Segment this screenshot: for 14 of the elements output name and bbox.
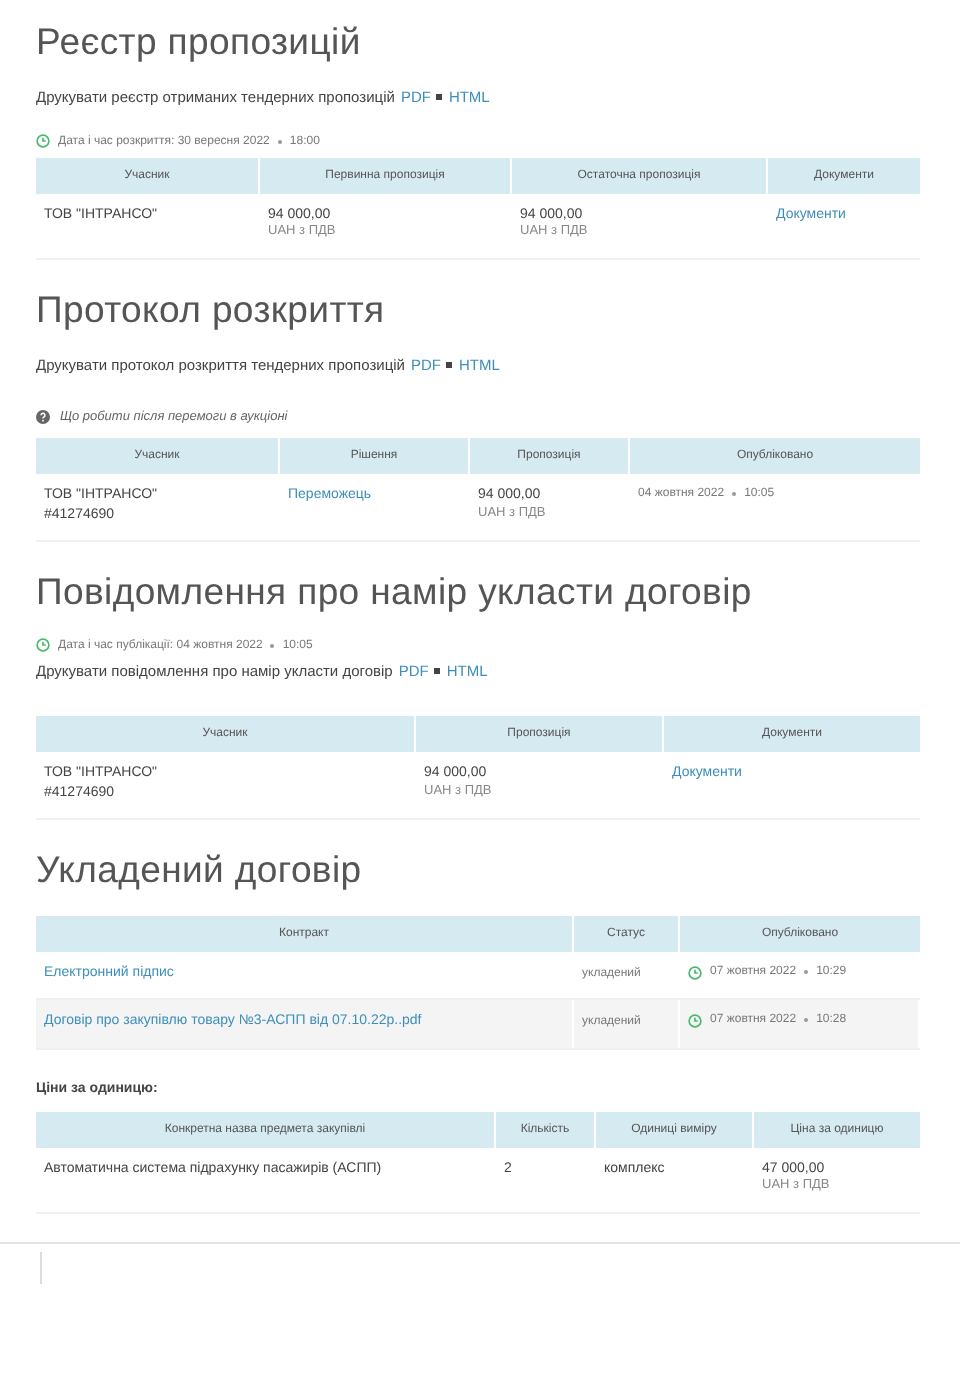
section-title: Реєстр пропозицій xyxy=(36,20,363,64)
separator-dot xyxy=(270,643,275,648)
separator-dot xyxy=(277,139,282,143)
help-icon xyxy=(36,410,50,425)
separator-dot xyxy=(804,1018,809,1023)
separator-dot xyxy=(732,492,737,497)
section-title: Протокол розкриття xyxy=(36,288,387,333)
clock-icon xyxy=(688,1013,702,1028)
section-title: Повідомлення про намір укласти договір xyxy=(36,570,754,615)
clock-icon xyxy=(36,638,50,653)
section-title: Укладений договір xyxy=(36,847,364,892)
clock-icon xyxy=(688,965,702,979)
separator-dot xyxy=(804,970,809,974)
clock-icon xyxy=(36,134,50,148)
